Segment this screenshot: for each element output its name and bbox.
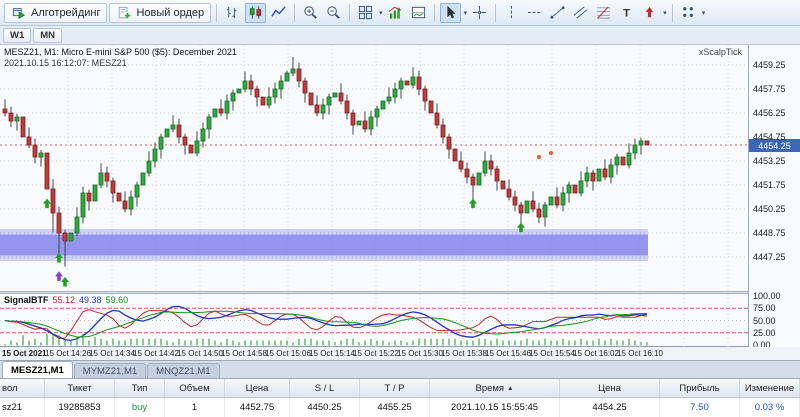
- objects-icon[interactable]: [639, 3, 660, 23]
- cursor-caret-icon[interactable]: ▾: [464, 9, 468, 17]
- algo-trading-icon: [11, 3, 27, 23]
- chart-tab-mesz21-m1[interactable]: MESZ21,M1: [2, 361, 73, 378]
- text-tool-icon[interactable]: T: [616, 3, 637, 23]
- new-order-icon: [116, 3, 132, 23]
- column-header-7[interactable]: Время ▲: [430, 379, 560, 397]
- toolbar-separator: [294, 3, 296, 22]
- new-order-label: Новый ордер: [136, 6, 205, 19]
- new-order-button[interactable]: Новый ордер: [109, 2, 212, 23]
- line-chart-icon[interactable]: [268, 3, 289, 23]
- price-axis[interactable]: 4454.25 4459.25 4457.75 4456.25 4454.75 4453…: [748, 45, 800, 350]
- price-axis-label: 4457.75: [753, 84, 786, 94]
- column-header-2[interactable]: Тип: [115, 379, 165, 397]
- cell-time: 2021.10.15 15:55:45: [430, 398, 560, 417]
- column-header-6[interactable]: T / P: [360, 379, 430, 397]
- trendline-icon[interactable]: [547, 3, 568, 23]
- cell-type: buy: [115, 398, 165, 417]
- indicator-level-label: 25.00: [753, 327, 776, 338]
- cell-sl: 4450.25: [290, 398, 360, 417]
- chart-window: MESZ21, M1: Micro E-mini S&P 500 ($5): D…: [0, 45, 800, 350]
- price-axis-label: 4448.75: [753, 228, 786, 238]
- cell-symbol: sz21: [0, 398, 45, 417]
- toolbar-separator: [495, 3, 497, 22]
- column-header-1[interactable]: Тикет: [45, 379, 115, 397]
- indicator-value-1: 55.12: [52, 295, 76, 305]
- column-header-8[interactable]: Цена: [560, 379, 660, 397]
- indicator-level-label: 100.00: [753, 291, 781, 301]
- timeframe-bar: W1 MN: [0, 26, 800, 45]
- toolbar-separator: [671, 3, 673, 22]
- objects-caret-icon[interactable]: ▾: [663, 9, 667, 17]
- algo-trading-label: Алготрейдинг: [31, 6, 101, 19]
- trade-table-row[interactable]: sz21 19285853 buy 1 4452.75 4450.25 4455.25 202…: [0, 398, 800, 417]
- indicator-value-2: 49.38: [79, 295, 102, 305]
- chart-tab-mnqz21-m1[interactable]: MNQZ21,M1: [147, 363, 220, 378]
- price-axis-label: 4454.75: [753, 132, 786, 142]
- indicator-value-3: 59.60: [105, 295, 129, 305]
- indicator-windows-icon[interactable]: [408, 3, 429, 23]
- tile-windows-icon[interactable]: [355, 3, 376, 23]
- column-header-9[interactable]: Прибыль: [660, 379, 740, 397]
- column-header-0[interactable]: вол: [0, 379, 45, 397]
- chart-tabs-bar: MESZ21,M1 MYMZ21,M1 MNQZ21,M1: [0, 361, 800, 379]
- indicator-label: SignalBTF 55.12 49.38 59.60: [4, 295, 128, 305]
- price-axis-label: 4450.25: [753, 204, 786, 214]
- bar-chart-icon[interactable]: [222, 3, 243, 23]
- vertical-line-icon[interactable]: [501, 3, 522, 23]
- chart-title: MESZ21, M1: Micro E-mini S&P 500 ($5): D…: [4, 47, 237, 57]
- toolbar-separator: [349, 3, 351, 22]
- cell-change: 0.03 %: [740, 398, 800, 417]
- price-chart-canvas[interactable]: [0, 45, 748, 291]
- price-axis-label: 4453.25: [753, 156, 786, 166]
- toolbar-separator: [433, 3, 435, 22]
- expert-advisor-label: xScalpTick: [698, 47, 742, 57]
- cell-open-price: 4452.75: [225, 398, 290, 417]
- cell-ticket: 19285853: [45, 398, 115, 417]
- fibonacci-icon[interactable]: [593, 3, 614, 23]
- time-axis-label: 15 Oct 16:10: [617, 349, 663, 358]
- algo-trading-button[interactable]: Алготрейдинг: [4, 2, 108, 23]
- trade-table-header: вол Тикет Тип Объем Цена S / LT / P Время ▲ Цена…: [0, 379, 800, 398]
- zoom-in-icon[interactable]: [300, 3, 321, 23]
- main-toolbar: Алготрейдинг Новый ордер ▾ ▾ T ▾ ▾: [0, 0, 800, 26]
- trading-platform-window: Алготрейдинг Новый ордер ▾ ▾ T ▾ ▾ W1 MN…: [0, 0, 800, 417]
- cell-profit: 7.50: [660, 398, 740, 417]
- column-header-3[interactable]: Объем: [165, 379, 225, 397]
- cell-volume: 1: [165, 398, 225, 417]
- view-grid-icon[interactable]: [678, 3, 699, 23]
- chart-tab-mymz21-m1[interactable]: MYMZ21,M1: [73, 363, 147, 378]
- price-axis-label: 4447.25: [753, 252, 786, 262]
- cell-current-price: 4454.25: [560, 398, 660, 417]
- equidistant-channel-icon[interactable]: [570, 3, 591, 23]
- cell-tp: 4455.25: [360, 398, 430, 417]
- chart-subtitle: 2021.10.15 16:12:07: MESZ21: [4, 58, 127, 68]
- indicator-level-label: 75.00: [753, 303, 776, 314]
- tile-windows-caret-icon[interactable]: ▾: [379, 9, 383, 17]
- indicators-icon[interactable]: [385, 3, 406, 23]
- sort-ascending-icon: ▲: [507, 384, 514, 392]
- column-header-4[interactable]: Цена: [225, 379, 290, 397]
- trade-panel: вол Тикет Тип Объем Цена S / LT / P Время ▲ Цена…: [0, 379, 800, 417]
- column-header-5[interactable]: S / L: [290, 379, 360, 397]
- zoom-out-icon[interactable]: [323, 3, 344, 23]
- price-axis-label: 4459.25: [753, 60, 786, 70]
- price-axis-label: 4451.75: [753, 180, 786, 190]
- candlestick-chart-icon[interactable]: [245, 2, 267, 23]
- timeframe-button-mn[interactable]: MN: [33, 27, 63, 43]
- price-axis-label: 4456.25: [753, 108, 786, 118]
- toolbar-separator: [216, 3, 218, 22]
- time-axis[interactable]: 15 Oct 2021 15 Oct 14:26 15 Oct 14:34 15 Oc…: [0, 347, 800, 361]
- indicator-level-label: 50.00: [753, 315, 776, 326]
- indicator-name: SignalBTF: [4, 295, 49, 305]
- svg-text:T: T: [623, 7, 630, 19]
- view-grid-caret-icon[interactable]: ▾: [702, 9, 706, 17]
- horizontal-line-icon[interactable]: [524, 3, 545, 23]
- crosshair-icon[interactable]: [469, 3, 490, 23]
- column-header-10[interactable]: Изменение: [740, 379, 800, 397]
- cursor-icon[interactable]: [439, 2, 461, 23]
- timeframe-button-w1[interactable]: W1: [3, 27, 32, 43]
